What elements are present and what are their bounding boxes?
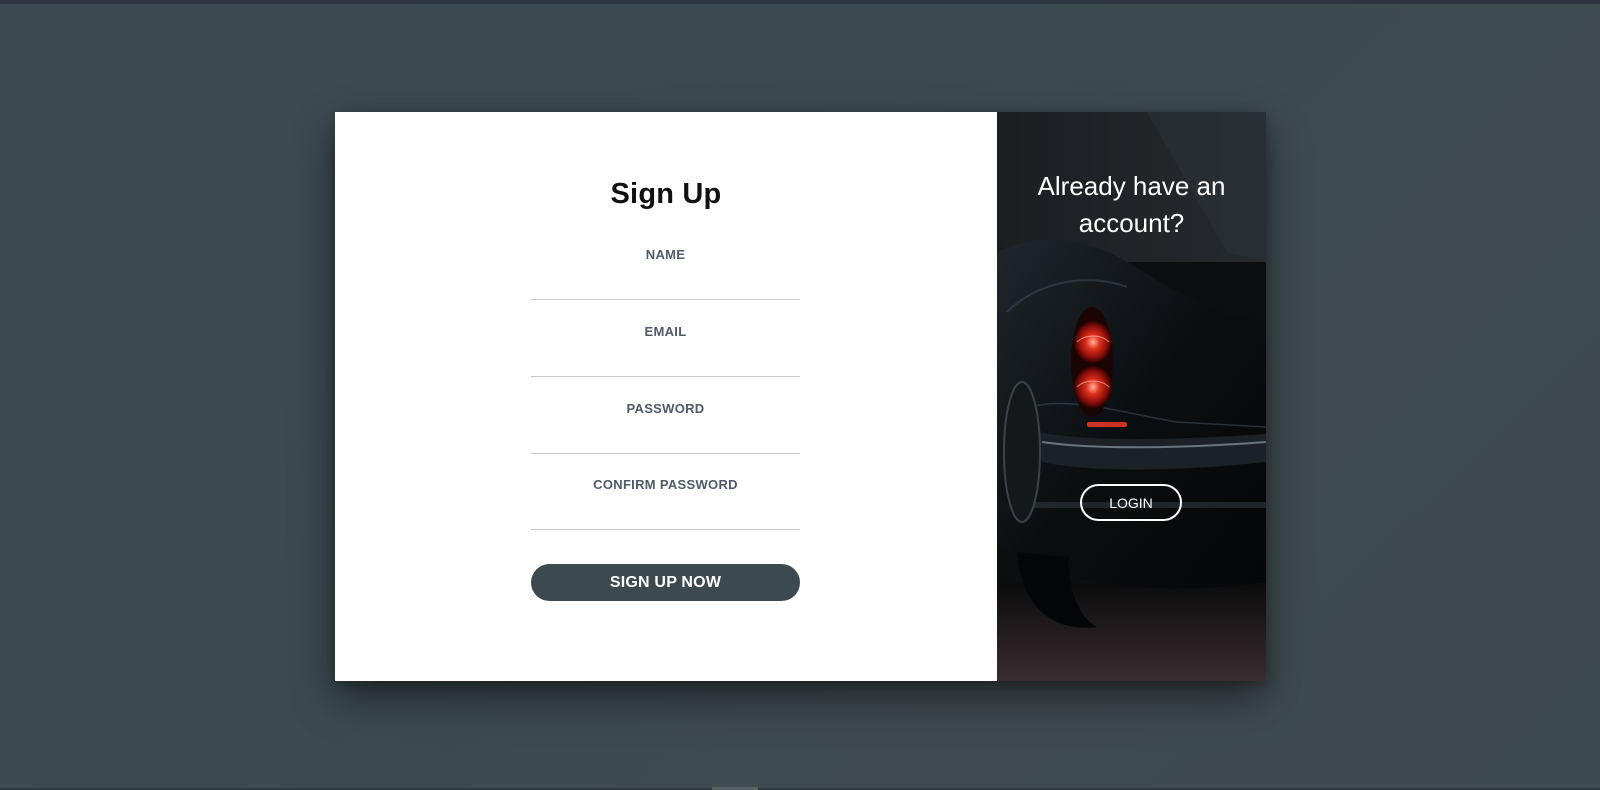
already-have-account-heading: Already have an account? <box>997 168 1266 242</box>
auth-card: Sign Up NAME EMAIL PASSWORD CONFIRM PASS… <box>335 112 1266 681</box>
email-input[interactable] <box>531 350 800 374</box>
confirm-password-input[interactable] <box>531 503 800 527</box>
signup-form-panel: Sign Up NAME EMAIL PASSWORD CONFIRM PASS… <box>335 112 997 681</box>
login-button[interactable]: LOGIN <box>1080 484 1182 521</box>
signup-now-button[interactable]: SIGN UP NOW <box>531 564 800 601</box>
password-field: PASSWORD <box>531 401 800 454</box>
heading-line-2: account? <box>1078 208 1185 238</box>
password-input[interactable] <box>531 427 800 451</box>
signup-title: Sign Up <box>610 178 722 210</box>
email-field: EMAIL <box>531 324 800 377</box>
window-top-bar <box>0 0 1600 4</box>
login-photo-panel: Already have an account? LOGIN <box>997 112 1266 681</box>
name-input[interactable] <box>531 273 800 297</box>
confirm-password-label: CONFIRM PASSWORD <box>593 477 738 492</box>
heading-line-1: Already have an <box>1037 171 1226 201</box>
confirm-password-field: CONFIRM PASSWORD <box>531 477 800 530</box>
email-label: EMAIL <box>644 324 687 339</box>
name-field: NAME <box>531 247 800 300</box>
password-label: PASSWORD <box>626 401 705 416</box>
name-label: NAME <box>645 247 686 262</box>
